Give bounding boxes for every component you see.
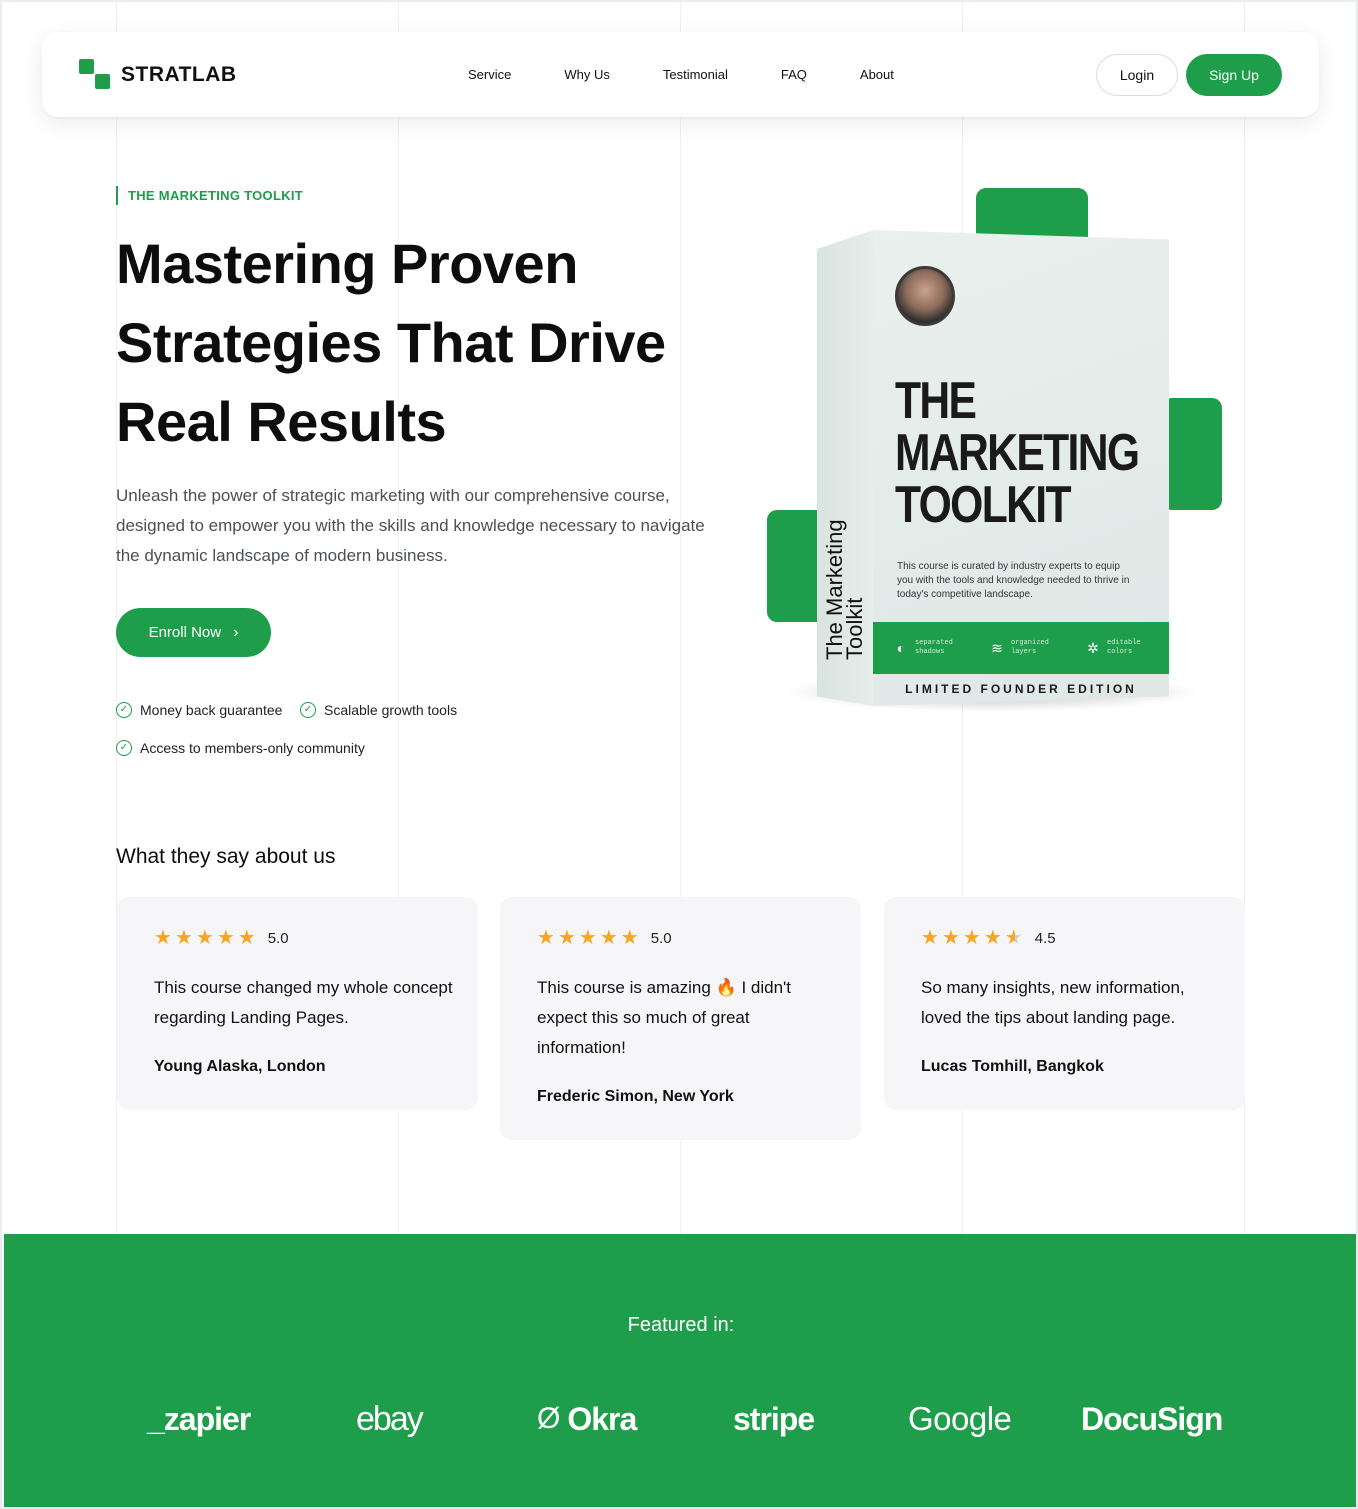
nav-link-about[interactable]: About	[860, 67, 894, 82]
band-item: ≋ organized layers	[989, 639, 1055, 657]
star-icon: ★	[216, 927, 235, 949]
navbar: STRATLAB Service Why Us Testimonial FAQ …	[42, 32, 1319, 117]
okra-logo: Ø Okra	[537, 1394, 637, 1444]
star-icon: ★	[537, 927, 555, 949]
page: STRATLAB Service Why Us Testimonial FAQ …	[0, 0, 1358, 1509]
logo-mark-icon	[79, 59, 111, 91]
chevron-right-icon: ›	[233, 623, 239, 641]
testimonial-author: Young Alaska, London	[154, 1058, 326, 1075]
testimonial-card: ★ ★ ★ ★ ★ 5.0 This course changed my who…	[117, 897, 478, 1110]
palette-icon: ✲	[1087, 640, 1099, 656]
star-icon: ★	[578, 927, 597, 949]
rating-value: 5.0	[650, 929, 672, 947]
feature-label: Access to members-only community	[140, 740, 365, 756]
check-circle-icon: ✓	[116, 740, 132, 756]
star-icon: ★	[154, 927, 172, 949]
star-icon: ★	[620, 927, 639, 949]
band-label: editable colors	[1107, 639, 1141, 656]
star-icon: ★	[195, 927, 214, 949]
testimonial-author: Lucas Tomhill, Bangkok	[921, 1058, 1104, 1075]
feature-item: ✓ Scalable growth tools	[300, 702, 457, 718]
login-button[interactable]: Login	[1096, 54, 1178, 96]
nav-link-faq[interactable]: FAQ	[781, 67, 807, 82]
box-title: THE MARKETING TOOLKIT	[895, 372, 1140, 534]
docusign-logo: DocuSign	[1081, 1400, 1223, 1437]
testimonial-card: ★ ★ ★ ★ ★ 5.0 This course is amazing 🔥 I…	[500, 897, 861, 1140]
featured-logos: _zapier ebay Ø Okra stripe Google DocuSi…	[4, 1394, 1356, 1444]
star-icon: ★	[962, 927, 981, 949]
nav-link-why-us[interactable]: Why Us	[564, 67, 610, 82]
decor-block	[1162, 398, 1222, 510]
check-circle-icon: ✓	[300, 702, 316, 718]
nav-links: Service Why Us Testimonial FAQ About	[468, 32, 894, 117]
testimonials-title: What they say about us	[116, 845, 336, 868]
band-item: ◐ separated shadows	[893, 639, 959, 657]
star-rating: ★ ★ ★ ★ ★ 4.5	[921, 927, 1056, 949]
rating-value: 5.0	[267, 929, 289, 947]
hero-title: Mastering Proven Strategies That Drive R…	[116, 232, 666, 453]
feature-item: ✓ Access to members-only community	[116, 740, 365, 756]
google-logo: Google	[908, 1400, 1012, 1437]
signup-button[interactable]: Sign Up	[1186, 54, 1282, 96]
band-label: organized layers	[1011, 639, 1049, 656]
feature-label: Scalable growth tools	[324, 702, 458, 718]
logo[interactable]: STRATLAB	[79, 59, 237, 91]
product-box-image: The Marketing Toolkit THE MARKETING TOOL…	[722, 182, 1282, 742]
star-icon: ★	[941, 927, 960, 949]
half-star-icon: ★	[1004, 927, 1023, 949]
box-spine-text: The Marketing Toolkit	[822, 519, 867, 660]
star-icon: ★	[237, 927, 256, 949]
stripe-logo: stripe	[733, 1400, 815, 1437]
band-label: separated shadows	[915, 639, 953, 656]
testimonial-quote: This course is amazing 🔥 I didn't expect…	[537, 978, 792, 1057]
star-icon: ★	[599, 927, 618, 949]
star-rating: ★ ★ ★ ★ ★ 5.0	[154, 927, 289, 949]
testimonial-quote: So many insights, new information, loved…	[921, 978, 1185, 1027]
check-circle-icon: ✓	[116, 702, 132, 718]
star-icon: ★	[174, 927, 193, 949]
testimonial-card: ★ ★ ★ ★ ★ 4.5 So many insights, new info…	[884, 897, 1245, 1110]
star-icon: ★	[921, 927, 939, 949]
nav-link-testimonial[interactable]: Testimonial	[663, 67, 728, 82]
nav-link-service[interactable]: Service	[468, 67, 511, 82]
featured-title: Featured in:	[627, 1314, 735, 1336]
star-rating: ★ ★ ★ ★ ★ 5.0	[537, 927, 672, 949]
author-avatar	[895, 266, 955, 326]
hero-eyebrow: THE MARKETING TOOLKIT	[116, 186, 303, 205]
zapier-logo: _zapier	[147, 1400, 251, 1437]
testimonial-author: Frederic Simon, New York	[537, 1088, 734, 1105]
leaf-icon: ◐	[896, 640, 906, 656]
hero-description: Unleash the power of strategic marketing…	[116, 486, 705, 565]
enroll-now-label: Enroll Now	[148, 624, 222, 641]
okra-mark-icon: Ø	[537, 1402, 560, 1435]
band-item: ✲ editable colors	[1085, 639, 1151, 657]
star-icon: ★	[983, 927, 1002, 949]
box-blurb: This course is curated by industry exper…	[897, 561, 1130, 600]
enroll-now-button[interactable]: Enroll Now ›	[116, 608, 271, 657]
feature-item: ✓ Money back guarantee	[116, 702, 282, 718]
featured-section: Featured in: _zapier ebay Ø Okra stripe …	[4, 1234, 1356, 1507]
logo-text: STRATLAB	[121, 63, 237, 86]
box-feature-band: ◐ separated shadows ≋ organized layers ✲…	[873, 622, 1169, 674]
feature-label: Money back guarantee	[140, 702, 283, 718]
box-front: THE MARKETING TOOLKIT This course is cur…	[873, 230, 1169, 706]
box-side: The Marketing Toolkit	[817, 230, 873, 706]
okra-wordmark: Okra	[567, 1400, 637, 1437]
testimonial-quote: This course changed my whole concept reg…	[154, 978, 453, 1027]
rating-value: 4.5	[1034, 929, 1056, 947]
star-icon: ★	[557, 927, 576, 949]
layers-icon: ≋	[991, 640, 1003, 656]
ebay-logo: ebay	[356, 1399, 424, 1438]
